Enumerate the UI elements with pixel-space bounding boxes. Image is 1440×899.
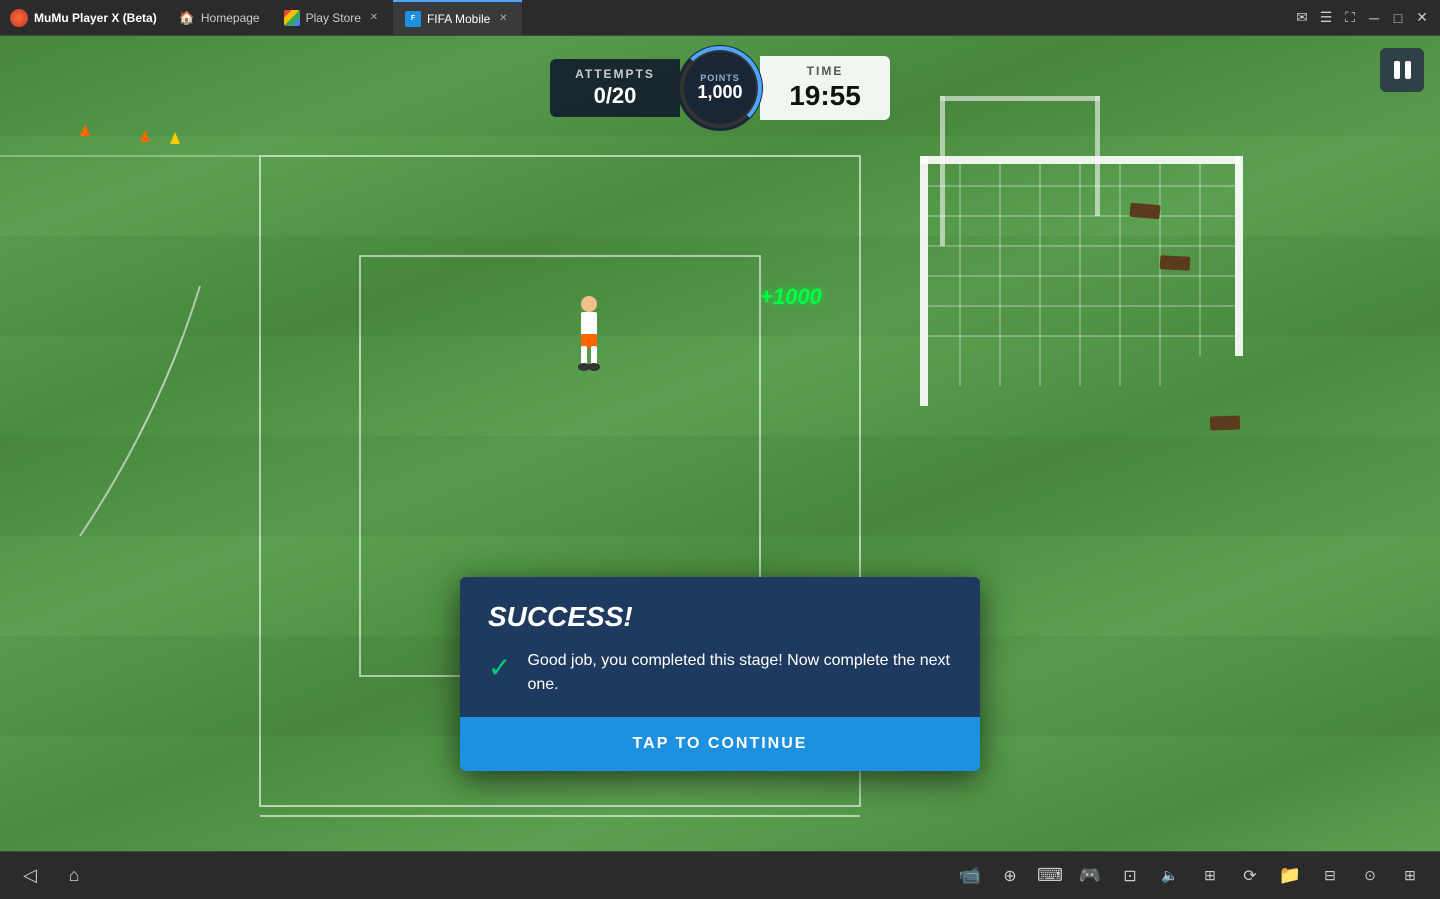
tab-playstore-close[interactable]: ✕	[367, 11, 381, 25]
tab-playstore[interactable]: Play Store ✕	[272, 0, 393, 35]
tab-playstore-label: Play Store	[306, 11, 361, 25]
video-record-button[interactable]: 📹	[956, 862, 984, 890]
points-label: POINTS	[700, 73, 740, 83]
settings2-icon: ⊞	[1204, 867, 1216, 884]
attempts-value: 0/20	[594, 83, 637, 109]
window-controls: ✉ ☰ ⛶ ─ □ ✕	[1292, 8, 1432, 28]
title-bar-left: MuMu Player X (Beta) 🏠 Homepage Play Sto…	[0, 0, 1284, 35]
cursor-icon: ⊕	[1003, 866, 1016, 886]
close-button[interactable]: ✕	[1412, 8, 1432, 28]
hud-time: TIME 19:55	[760, 56, 890, 120]
tab-homepage-label: Homepage	[201, 11, 260, 25]
keyboard-button[interactable]: ⌨	[1036, 862, 1064, 890]
modal-message: Good job, you completed this stage! Now …	[527, 649, 952, 697]
modal-title: SUCCESS!	[488, 601, 952, 633]
rotate-button[interactable]: ⟳	[1236, 862, 1264, 890]
minimize-button[interactable]: ─	[1364, 8, 1384, 28]
cards-button[interactable]: ⊟	[1316, 862, 1344, 890]
title-bar: MuMu Player X (Beta) 🏠 Homepage Play Sto…	[0, 0, 1440, 36]
rotate-icon: ⟳	[1243, 866, 1256, 886]
video-record-icon: 📹	[959, 865, 981, 886]
hud-points-circle: POINTS 1,000	[680, 48, 760, 128]
maximize-button[interactable]: □	[1388, 8, 1408, 28]
taskbar-right: 📹 ⊕ ⌨ 🎮 ⊡ 🔈 ⊞ ⟳ 📁 ⊟ ⊙	[956, 862, 1424, 890]
cards-icon: ⊟	[1324, 867, 1336, 884]
home-icon: 🏠	[179, 10, 195, 26]
cone-2	[140, 130, 150, 142]
app-logo: MuMu Player X (Beta)	[0, 9, 167, 27]
screenshot-icon: ⊡	[1123, 866, 1136, 886]
playstore-icon	[284, 10, 300, 26]
home-nav-button[interactable]: ⌂	[60, 862, 88, 890]
time-value: 19:55	[789, 80, 861, 112]
tab-fifa-label: FIFA Mobile	[427, 12, 490, 26]
gamepad-button[interactable]: 🎮	[1076, 862, 1104, 890]
fullscreen-button[interactable]: ⛶	[1340, 8, 1360, 28]
tab-fifa[interactable]: F FIFA Mobile ✕	[393, 0, 522, 35]
fifa-icon: F	[405, 11, 421, 27]
modal-content: SUCCESS! ✓ Good job, you completed this …	[460, 577, 980, 717]
folder-icon: 📁	[1279, 865, 1301, 886]
home-nav-icon: ⌂	[69, 865, 80, 886]
cursor-button[interactable]: ⊕	[996, 862, 1024, 890]
tab-homepage[interactable]: 🏠 Homepage	[167, 0, 272, 35]
time-label: TIME	[807, 64, 844, 78]
far-goal-posts	[920, 86, 1120, 266]
success-modal: SUCCESS! ✓ Good job, you completed this …	[460, 577, 980, 771]
volume-button[interactable]: 🔈	[1156, 862, 1184, 890]
location-icon: ⊙	[1364, 867, 1376, 884]
screenshot-button[interactable]: ⊡	[1116, 862, 1144, 890]
hud-container: ATTEMPTS 0/20 POINTS 1,000 TIME 19:55	[550, 48, 890, 128]
bench-2	[1160, 255, 1191, 271]
tab-fifa-close[interactable]: ✕	[496, 12, 510, 26]
pause-button[interactable]	[1380, 48, 1424, 92]
player-svg	[564, 294, 614, 374]
taskbar: ◁ ⌂ 📹 ⊕ ⌨ 🎮 ⊡ 🔈 ⊞ ⟳ 📁	[0, 851, 1440, 899]
volume-icon: 🔈	[1161, 867, 1178, 884]
mail-button[interactable]: ✉	[1292, 8, 1312, 28]
layout-button[interactable]: ⊞	[1396, 862, 1424, 890]
title-bar-right: ✉ ☰ ⛶ ─ □ ✕	[1284, 8, 1440, 28]
game-area: +1000 ATTEMPTS 0/20 POINTS 1,000 TIME 19…	[0, 36, 1440, 851]
menu-button[interactable]: ☰	[1316, 8, 1336, 28]
cone-1	[80, 124, 90, 136]
checkmark-icon: ✓	[488, 651, 511, 684]
modal-body: ✓ Good job, you completed this stage! No…	[488, 649, 952, 697]
attempts-label: ATTEMPTS	[575, 67, 655, 81]
bench-3	[1210, 415, 1240, 430]
back-arrow-button[interactable]: ◁	[16, 862, 44, 890]
pause-bar-2	[1405, 61, 1411, 79]
taskbar-left: ◁ ⌂	[16, 862, 88, 890]
pause-icon	[1394, 61, 1411, 79]
player-figure	[564, 294, 614, 379]
tap-to-continue-button[interactable]: TAP TO CONTINUE	[460, 717, 980, 771]
pause-bar-1	[1394, 61, 1400, 79]
settings2-button[interactable]: ⊞	[1196, 862, 1224, 890]
keyboard-icon: ⌨	[1037, 865, 1063, 886]
hud-attempts: ATTEMPTS 0/20	[550, 59, 680, 117]
far-goal-svg	[920, 86, 1120, 266]
back-arrow-icon: ◁	[23, 865, 37, 886]
location-button[interactable]: ⊙	[1356, 862, 1384, 890]
app-logo-icon	[10, 9, 28, 27]
gamepad-icon: 🎮	[1079, 865, 1101, 886]
bench-1	[1129, 203, 1160, 220]
folder-button[interactable]: 📁	[1276, 862, 1304, 890]
cone-3	[170, 132, 180, 144]
app-name: MuMu Player X (Beta)	[34, 11, 157, 25]
points-value: 1,000	[697, 83, 742, 103]
layout-icon: ⊞	[1404, 867, 1416, 884]
